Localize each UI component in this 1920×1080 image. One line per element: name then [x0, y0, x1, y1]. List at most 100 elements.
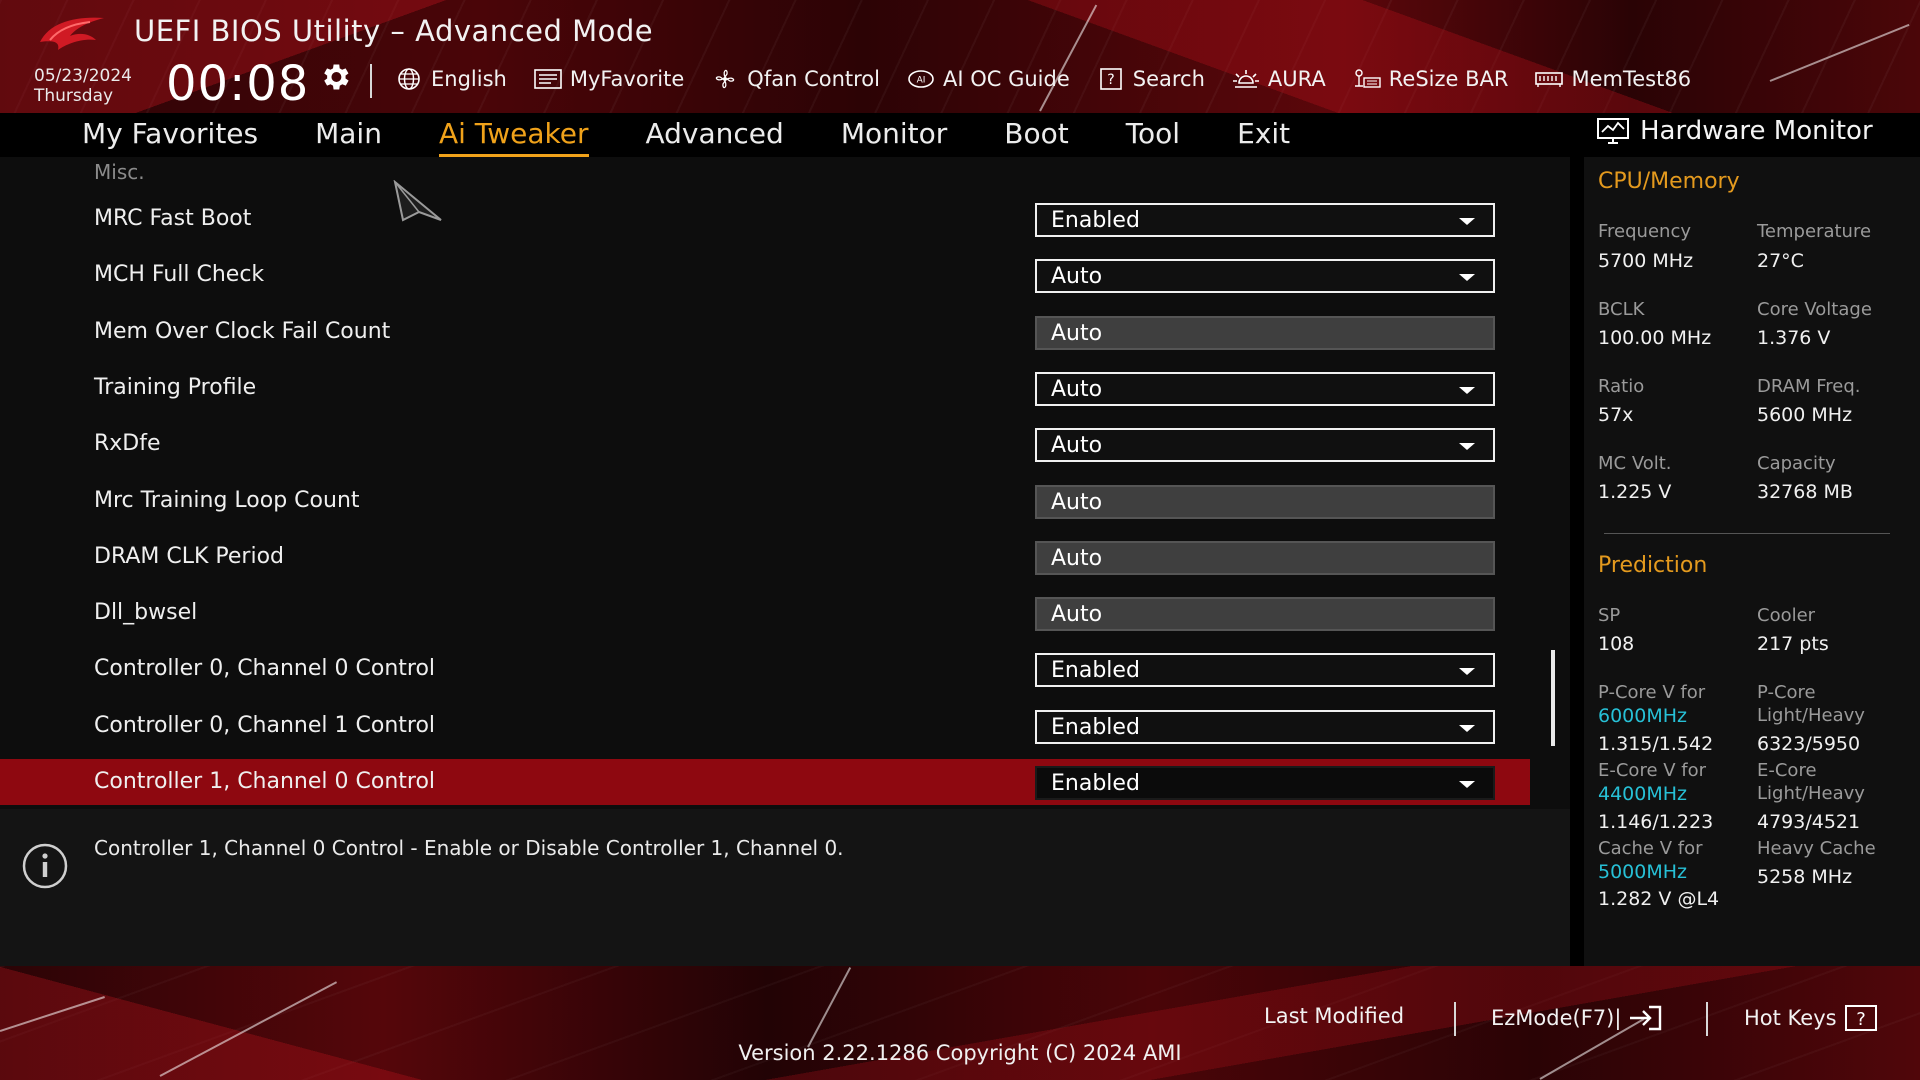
- setting-row-dram-clk-period[interactable]: DRAM CLK Period Auto: [0, 534, 1530, 580]
- setting-label: RxDfe: [94, 431, 161, 456]
- tab-tool[interactable]: Tool: [1126, 115, 1180, 157]
- hw-value: 1.282 V @L4: [1598, 888, 1720, 910]
- hardware-monitor-title: Hardware Monitor: [1640, 116, 1873, 146]
- hw-label: E-Core V for: [1598, 760, 1707, 781]
- setting-label: Dll_bwsel: [94, 600, 198, 625]
- hw-frequency: 6000MHz: [1598, 705, 1688, 727]
- toolbar: English MyFavorite Qfan Control AI AI OC…: [394, 64, 1691, 94]
- date-display: 05/23/2024 Thursday: [34, 66, 132, 106]
- weekday-text: Thursday: [34, 86, 114, 106]
- tab-boot[interactable]: Boot: [1004, 115, 1068, 157]
- tool-label: Search: [1132, 67, 1205, 91]
- setting-row-dll-bwsel[interactable]: Dll_bwsel Auto: [0, 590, 1530, 636]
- tab-monitor[interactable]: Monitor: [841, 115, 947, 157]
- last-modified-button[interactable]: Last Modified: [1264, 1004, 1404, 1028]
- setting-dropdown[interactable]: Enabled: [1035, 710, 1495, 744]
- setting-dropdown[interactable]: Auto: [1035, 428, 1495, 462]
- tool-label: AI OC Guide: [942, 67, 1070, 91]
- ezmode-button[interactable]: EzMode(F7)|: [1491, 1004, 1663, 1032]
- hw-frequency: 5000MHz: [1598, 861, 1688, 883]
- tool-myfavorite[interactable]: MyFavorite: [533, 67, 684, 91]
- footer-label: EzMode(F7)|: [1491, 1006, 1622, 1030]
- tool-label: ReSize BAR: [1388, 67, 1509, 91]
- setting-row-mch-full-check[interactable]: MCH Full Check Auto: [0, 252, 1530, 298]
- dropdown-value: Auto: [1051, 377, 1103, 402]
- tab-exit[interactable]: Exit: [1237, 115, 1290, 157]
- setting-row-mem-over-clock-fail-count[interactable]: Mem Over Clock Fail Count Auto: [0, 309, 1530, 355]
- setting-input[interactable]: Auto: [1035, 316, 1495, 350]
- hw-value: 5258 MHz: [1757, 866, 1853, 888]
- setting-row-controller0-channel1[interactable]: Controller 0, Channel 1 Control Enabled: [0, 703, 1530, 749]
- tool-english[interactable]: English: [394, 67, 507, 91]
- footer-separator: [1454, 1002, 1456, 1036]
- setting-label: Training Profile: [94, 375, 257, 400]
- hw-value: 1.146/1.223: [1598, 811, 1714, 833]
- cpu-memory-section-title: CPU/Memory: [1598, 169, 1740, 194]
- tool-label: MemTest86: [1571, 67, 1692, 91]
- dropdown-value: Enabled: [1051, 658, 1140, 683]
- setting-dropdown[interactable]: Enabled: [1035, 203, 1495, 237]
- globe-icon: [398, 68, 420, 90]
- setting-input[interactable]: Auto: [1035, 485, 1495, 519]
- hw-label: Light/Heavy: [1757, 783, 1865, 804]
- help-description: Controller 1, Channel 0 Control - Enable…: [94, 836, 844, 860]
- tool-memtest86[interactable]: MemTest86: [1534, 67, 1691, 91]
- tool-resize-bar[interactable]: ReSize BAR: [1352, 67, 1509, 91]
- setting-row-mrc-training-loop-count[interactable]: Mrc Training Loop Count Auto: [0, 478, 1530, 524]
- setting-row-controller1-channel0[interactable]: Controller 1, Channel 0 Control Enabled: [0, 759, 1530, 805]
- setting-dropdown[interactable]: Auto: [1035, 372, 1495, 406]
- version-text: Version 2.22.1286 Copyright (C) 2024 AMI: [738, 1041, 1182, 1065]
- hot-keys-button[interactable]: Hot Keys ?: [1744, 1004, 1879, 1032]
- gear-icon[interactable]: [318, 60, 352, 94]
- input-value: Auto: [1051, 321, 1103, 346]
- hw-frequency: 4400MHz: [1598, 783, 1688, 805]
- scrollbar[interactable]: [1551, 650, 1555, 746]
- clock-display: 00:08: [166, 56, 310, 112]
- setting-label: DRAM CLK Period: [94, 544, 284, 569]
- dropdown-value: Enabled: [1051, 771, 1140, 796]
- hw-label: Capacity: [1757, 453, 1836, 474]
- chevron-down-icon: [1459, 443, 1475, 450]
- hardware-monitor-header: Hardware Monitor: [1596, 116, 1873, 146]
- setting-row-training-profile[interactable]: Training Profile Auto: [0, 365, 1530, 411]
- chevron-down-icon: [1459, 387, 1475, 394]
- tab-my-favorites[interactable]: My Favorites: [82, 115, 258, 157]
- hw-value: 6323/5950: [1757, 733, 1861, 755]
- resize-bar-icon: [1354, 69, 1381, 88]
- hw-value: 27°C: [1757, 250, 1804, 272]
- hw-label: MC Volt.: [1598, 453, 1672, 474]
- tool-label: MyFavorite: [569, 67, 685, 91]
- chevron-down-icon: [1459, 274, 1475, 281]
- setting-input[interactable]: Auto: [1035, 597, 1495, 631]
- hw-value: 5600 MHz: [1757, 404, 1853, 426]
- tab-main[interactable]: Main: [315, 115, 382, 157]
- setting-dropdown[interactable]: Enabled: [1035, 653, 1495, 687]
- hw-value: 4793/4521: [1757, 811, 1861, 833]
- setting-row-controller0-channel0[interactable]: Controller 0, Channel 0 Control Enabled: [0, 646, 1530, 692]
- tool-aura[interactable]: AURA: [1231, 67, 1326, 91]
- hw-label: BCLK: [1598, 299, 1645, 320]
- setting-input[interactable]: Auto: [1035, 541, 1495, 575]
- header-separator: [370, 64, 372, 98]
- help-panel: [0, 809, 1570, 966]
- tab-ai-tweaker[interactable]: Ai Tweaker: [438, 115, 589, 157]
- rog-logo: [40, 17, 104, 50]
- setting-row-mrc-fast-boot[interactable]: MRC Fast Boot Enabled: [0, 196, 1530, 242]
- hw-label: Cooler: [1757, 605, 1816, 626]
- dropdown-value: Enabled: [1051, 715, 1140, 740]
- setting-row-rxdfe[interactable]: RxDfe Auto: [0, 421, 1530, 467]
- input-value: Auto: [1051, 546, 1103, 571]
- tool-ai-oc-guide[interactable]: AI AI OC Guide: [906, 67, 1070, 91]
- setting-dropdown[interactable]: Enabled: [1035, 766, 1495, 800]
- tool-label: AURA: [1267, 67, 1326, 91]
- setting-dropdown[interactable]: Auto: [1035, 259, 1495, 293]
- tool-search[interactable]: ? Search: [1096, 67, 1205, 91]
- section-label: Misc.: [94, 160, 145, 184]
- hw-value: 5700 MHz: [1598, 250, 1694, 272]
- footer-separator: [1706, 1002, 1708, 1036]
- hw-label: P-Core: [1757, 682, 1816, 703]
- tab-advanced[interactable]: Advanced: [646, 115, 784, 157]
- aura-light-icon: [1232, 70, 1259, 88]
- tool-qfan-control[interactable]: Qfan Control: [710, 67, 880, 91]
- setting-label: MCH Full Check: [94, 262, 265, 287]
